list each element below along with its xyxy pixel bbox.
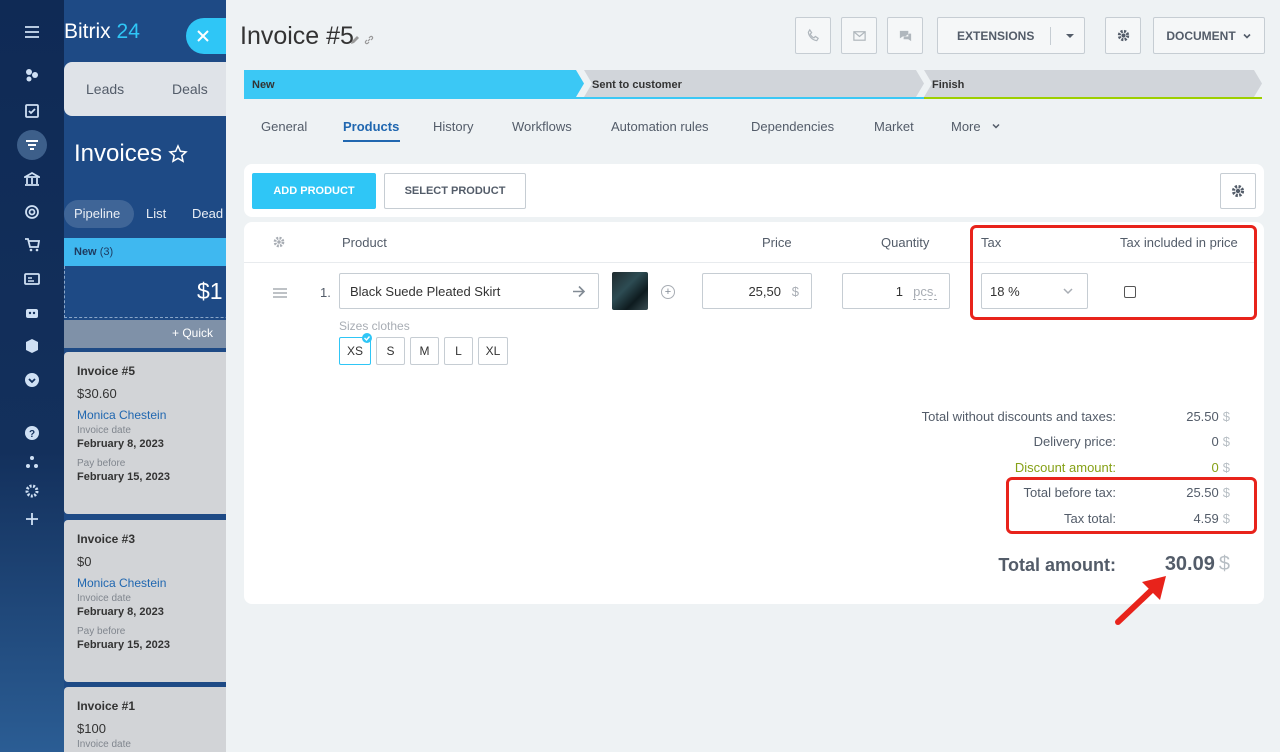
chevron-down-icon [992,123,1000,129]
invoice-panel: Invoice #5 EXTENSIONS DOCUMENT New Sent … [226,0,1280,752]
mail-icon [852,31,866,41]
network-icon[interactable] [18,450,46,474]
tab-more[interactable]: More [951,119,981,134]
total-without-label: Total without discounts and taxes: [921,409,1116,424]
check-icon [362,333,372,343]
extensions-button[interactable]: EXTENSIONS [937,17,1085,54]
bg-nav-deals: Deals [172,81,208,97]
robot-icon[interactable] [18,300,46,324]
arrow-right-icon[interactable] [572,285,586,298]
tab-dependencies[interactable]: Dependencies [751,119,834,134]
delivery-price-label: Delivery price: [1033,434,1116,449]
bg-card: Invoice #3 $0 Monica Chestein Invoice da… [64,520,234,682]
col-header-quantity: Quantity [881,235,930,250]
annotation-arrow-icon [1115,576,1166,625]
bg-view-tabs: Pipeline List Dead [64,200,234,228]
add-image-icon[interactable]: + [661,285,675,299]
stage-new[interactable]: New [244,70,584,100]
bg-tab-pipeline: Pipeline [74,206,121,221]
row-index: 1. [320,285,331,300]
col-header-product: Product [342,235,387,250]
stage-sent-to-customer[interactable]: Sent to customer [584,70,924,100]
tab-general[interactable]: General [261,119,307,134]
tab-automation-rules[interactable]: Automation rules [611,119,709,134]
bg-quick-add: + Quick [64,320,234,348]
settings-icon[interactable] [18,479,46,503]
tab-market[interactable]: Market [874,119,914,134]
bg-page-title: Invoices [74,140,163,167]
bg-tab-dead: Dead [192,206,224,221]
total-amount-label: Total amount: [998,555,1116,575]
bg-card: Invoice #1 $100 Invoice date [64,687,234,752]
bg-column-sum: $1 [64,266,234,318]
plus-icon[interactable] [18,507,46,531]
annotation-tax-box [970,225,1257,320]
total-without-value: 25.50 $ [1186,409,1230,424]
star-icon [168,144,190,166]
page-title: Invoice #5 [240,22,354,50]
chat-icon [899,30,911,42]
bg-card: Invoice #5 $30.60 Monica Chestein Invoic… [64,352,234,514]
close-icon [197,30,209,42]
discount-value: 0 $ [1211,460,1230,475]
active-tab-indicator [343,140,400,142]
bg-column-header: New (3) [64,238,234,266]
phone-icon [807,28,819,42]
box-icon[interactable] [18,334,46,358]
price-input[interactable]: 25,50 $ [702,273,812,309]
call-button[interactable] [795,17,831,54]
chevron-down-icon[interactable] [1066,34,1074,38]
size-s[interactable]: S [376,337,405,365]
bg-top-nav: Leads Deals [64,62,234,116]
product-thumbnail[interactable] [612,272,648,310]
tasks-icon[interactable] [18,99,46,123]
size-l[interactable]: L [444,337,473,365]
bg-tab-list: List [146,206,167,221]
table-settings-button[interactable] [1220,173,1256,209]
cart-icon[interactable] [18,233,46,257]
pencil-icon[interactable] [350,33,360,44]
sizes-label: Sizes clothes [339,319,410,333]
crm-filter-icon[interactable] [17,130,47,160]
gear-icon[interactable] [272,235,286,249]
size-m[interactable]: M [410,337,439,365]
tab-history[interactable]: History [433,119,473,134]
stage-finish[interactable]: Finish [924,70,1262,100]
contact-card-icon[interactable] [18,267,46,291]
col-header-price: Price [762,235,792,250]
tab-products[interactable]: Products [343,119,399,134]
tab-workflows[interactable]: Workflows [512,119,572,134]
quantity-input[interactable]: 1 pcs. [842,273,950,309]
link-icon[interactable] [364,33,374,45]
add-product-button[interactable]: ADD PRODUCT [252,173,376,209]
select-product-button[interactable]: SELECT PRODUCT [384,173,526,209]
target-icon[interactable] [18,200,46,224]
bg-nav-leads: Leads [86,81,125,97]
delivery-price-value: 0 $ [1211,434,1230,449]
left-rail: ? [0,0,64,752]
chevron-down-icon [1243,33,1251,39]
document-button[interactable]: DOCUMENT [1153,17,1265,54]
size-xl[interactable]: XL [478,337,508,365]
total-amount-value: 30.09 $ [1164,553,1230,575]
chat-button[interactable] [887,17,923,54]
activity-icon[interactable] [18,63,46,87]
email-button[interactable] [841,17,877,54]
gear-icon [1117,29,1129,42]
app-logo: Bitrix 24 [64,20,140,43]
background-page: Bitrix 24 Leads Deals Invoices Pipeline … [64,0,234,752]
gear-icon [1231,184,1245,198]
product-name-input[interactable]: Black Suede Pleated Skirt [339,273,599,309]
discount-label: Discount amount: [1014,460,1116,475]
help-icon[interactable]: ? [18,421,46,445]
bank-icon[interactable] [18,167,46,191]
drag-handle-icon[interactable] [273,287,287,299]
menu-icon[interactable] [18,20,46,44]
annotation-totals-box [1006,477,1257,534]
svg-text:?: ? [29,429,35,440]
settings-button[interactable] [1105,17,1141,54]
more-circle-icon[interactable] [18,368,46,392]
